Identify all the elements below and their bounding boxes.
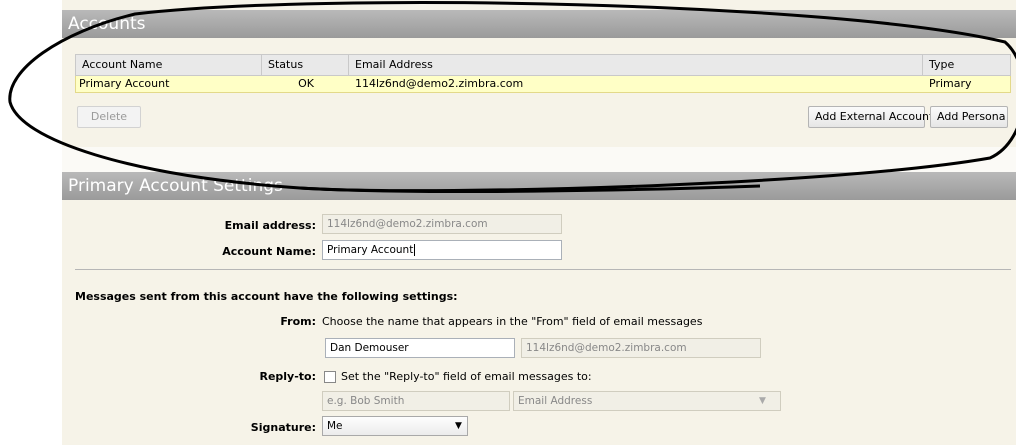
- chevron-down-icon: ▼: [759, 396, 766, 406]
- account-name-value: Primary Account: [327, 244, 414, 256]
- column-header-email-address[interactable]: Email Address: [349, 55, 923, 75]
- column-header-account-name[interactable]: Account Name: [76, 55, 262, 75]
- reply-to-label: Reply-to:: [259, 370, 316, 383]
- accounts-table-header: Account Name Status Email Address Type: [75, 54, 1011, 76]
- account-type-cell: Primary: [929, 77, 972, 90]
- signature-value: Me: [327, 420, 343, 432]
- signature-select[interactable]: Me ▼: [322, 416, 468, 436]
- reply-to-email-placeholder: Email Address: [518, 395, 593, 407]
- column-header-status[interactable]: Status: [262, 55, 349, 75]
- from-hint-text: Choose the name that appears in the "Fro…: [322, 315, 703, 328]
- accounts-section-title: Accounts: [62, 10, 1016, 38]
- primary-account-settings-title: Primary Account Settings: [62, 172, 1016, 200]
- chevron-down-icon: ▼: [455, 421, 462, 431]
- messages-settings-heading: Messages sent from this account have the…: [75, 290, 458, 303]
- email-address-field: 114lz6nd@demo2.zimbra.com: [322, 214, 562, 234]
- account-name-cell: Primary Account: [79, 77, 170, 90]
- from-label: From:: [280, 315, 316, 328]
- signature-label: Signature:: [250, 421, 316, 434]
- text-cursor: [414, 244, 416, 256]
- accounts-table: Account Name Status Email Address Type P…: [75, 54, 1011, 93]
- delete-account-button[interactable]: Delete: [77, 106, 141, 128]
- account-name-label: Account Name:: [222, 245, 316, 258]
- account-email-cell: 114lz6nd@demo2.zimbra.com: [355, 77, 524, 90]
- add-external-account-button[interactable]: Add External Account: [808, 106, 933, 128]
- accounts-section-footer: [62, 147, 1016, 172]
- from-name-field[interactable]: Dan Demouser: [325, 338, 515, 358]
- email-address-label: Email address:: [224, 219, 316, 232]
- reply-to-email-select[interactable]: Email Address ▼: [513, 391, 781, 411]
- account-name-field[interactable]: Primary Account: [322, 240, 562, 260]
- from-email-field: 114lz6nd@demo2.zimbra.com: [521, 338, 761, 358]
- column-header-type[interactable]: Type: [923, 55, 1011, 75]
- reply-to-name-field[interactable]: e.g. Bob Smith: [322, 391, 510, 411]
- section-divider: [75, 269, 1011, 270]
- reply-to-checkbox[interactable]: [324, 371, 336, 383]
- add-persona-button[interactable]: Add Persona: [930, 106, 1008, 128]
- table-row[interactable]: Primary Account OK 114lz6nd@demo2.zimbra…: [75, 76, 1011, 93]
- account-status-cell: OK: [298, 77, 314, 90]
- reply-to-checkbox-label: Set the "Reply-to" field of email messag…: [341, 370, 592, 383]
